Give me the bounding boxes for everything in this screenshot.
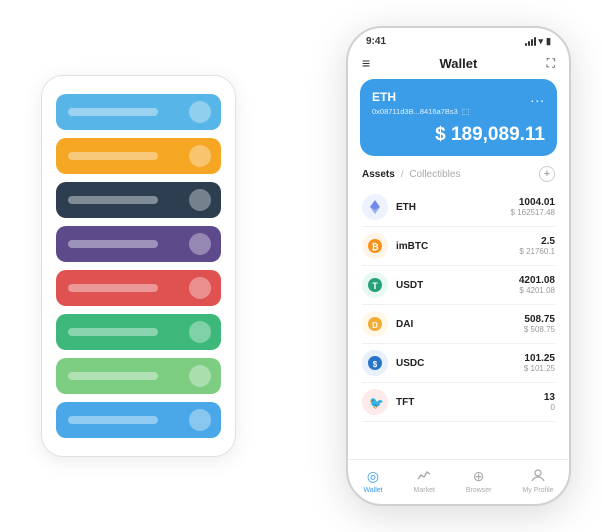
svg-text:₿: ₿ — [371, 242, 378, 252]
usdt-icon: T — [362, 272, 388, 298]
nav-wallet[interactable]: ◎ Wallet — [363, 468, 382, 494]
eth-icon — [362, 194, 388, 220]
asset-name-dai: DAI — [396, 319, 413, 330]
asset-usd-dai: $ 508.75 — [524, 325, 555, 334]
tab-collectibles[interactable]: Collectibles — [409, 169, 460, 180]
usdc-icon: $ — [362, 350, 388, 376]
list-item[interactable]: 🐦 TFT 13 0 — [362, 383, 555, 422]
assets-header: Assets / Collectibles + — [348, 166, 569, 188]
asset-list: ETH 1004.01 $ 162517.48 ₿ imBTC 2.5 $ 21… — [348, 188, 569, 459]
asset-amount-usdt: 4201.08 — [519, 275, 555, 286]
card-row-1 — [56, 94, 221, 130]
expand-icon[interactable]: ⛶ — [547, 56, 555, 71]
asset-name-eth: ETH — [396, 202, 416, 213]
nav-market-label: Market — [414, 487, 435, 494]
copy-icon[interactable]: ⬚ — [462, 107, 470, 116]
phone-header: ≡ Wallet ⛶ — [348, 51, 569, 79]
nav-browser-label: Browser — [466, 487, 492, 494]
eth-card-more[interactable]: ... — [530, 89, 545, 105]
tab-assets[interactable]: Assets — [362, 169, 395, 180]
scene: 9:41 ▾ ▮ ≡ Wallet ⛶ ETH ... 0x08711d3B..… — [21, 16, 581, 516]
eth-card-address: 0x08711d3B...8416a7Bs3 ⬚ — [372, 107, 545, 116]
svg-text:T: T — [372, 281, 378, 291]
svg-text:D: D — [372, 321, 378, 330]
list-item[interactable]: D DAI 508.75 $ 508.75 — [362, 305, 555, 344]
assets-tabs: Assets / Collectibles — [362, 169, 460, 180]
asset-usd-usdt: $ 4201.08 — [519, 286, 555, 295]
card-row-8 — [56, 402, 221, 438]
phone: 9:41 ▾ ▮ ≡ Wallet ⛶ ETH ... 0x08711d3B..… — [346, 26, 571, 506]
status-time: 9:41 — [366, 36, 386, 47]
card-row-6 — [56, 314, 221, 350]
nav-wallet-label: Wallet — [363, 487, 382, 494]
card-row-3 — [56, 182, 221, 218]
list-item[interactable]: $ USDC 101.25 $ 101.25 — [362, 344, 555, 383]
nav-browser[interactable]: ⊕ Browser — [466, 468, 492, 494]
bottom-nav: ◎ Wallet Market ⊕ Browser My Profile — [348, 459, 569, 504]
asset-usd-tft: 0 — [544, 403, 555, 412]
asset-amount-tft: 13 — [544, 392, 555, 403]
browser-icon: ⊕ — [473, 468, 485, 485]
asset-name-tft: TFT — [396, 397, 414, 408]
eth-card[interactable]: ETH ... 0x08711d3B...8416a7Bs3 ⬚ $ 189,0… — [360, 79, 557, 156]
svg-text:🐦: 🐦 — [369, 396, 383, 410]
asset-name-usdc: USDC — [396, 358, 424, 369]
nav-profile[interactable]: My Profile — [522, 468, 553, 494]
card-row-2 — [56, 138, 221, 174]
tft-icon: 🐦 — [362, 389, 388, 415]
asset-name-usdt: USDT — [396, 280, 423, 291]
asset-amount-dai: 508.75 — [524, 314, 555, 325]
nav-market[interactable]: Market — [414, 468, 435, 494]
asset-amount-usdc: 101.25 — [524, 353, 555, 364]
status-bar: 9:41 ▾ ▮ — [348, 28, 569, 51]
wallet-icon: ◎ — [367, 468, 379, 485]
eth-card-label: ETH — [372, 90, 396, 104]
asset-usd-imbtc: $ 21760.1 — [519, 247, 555, 256]
list-item[interactable]: ₿ imBTC 2.5 $ 21760.1 — [362, 227, 555, 266]
card-row-4 — [56, 226, 221, 262]
list-item[interactable]: T USDT 4201.08 $ 4201.08 — [362, 266, 555, 305]
battery-icon: ▮ — [546, 36, 551, 47]
asset-usd-eth: $ 162517.48 — [511, 208, 556, 217]
list-item[interactable]: ETH 1004.01 $ 162517.48 — [362, 188, 555, 227]
profile-icon — [531, 468, 545, 485]
page-title: Wallet — [439, 56, 477, 71]
asset-amount-eth: 1004.01 — [511, 197, 556, 208]
asset-usd-usdc: $ 101.25 — [524, 364, 555, 373]
asset-name-imbtc: imBTC — [396, 241, 428, 252]
add-asset-button[interactable]: + — [539, 166, 555, 182]
signal-icon — [525, 37, 536, 46]
svg-text:$: $ — [373, 360, 378, 369]
menu-icon[interactable]: ≡ — [362, 55, 370, 71]
eth-card-top: ETH ... — [372, 89, 545, 105]
card-row-7 — [56, 358, 221, 394]
eth-card-amount: $ 189,089.11 — [372, 124, 545, 146]
card-row-5 — [56, 270, 221, 306]
imbtc-icon: ₿ — [362, 233, 388, 259]
wifi-icon: ▾ — [539, 36, 544, 47]
asset-amount-imbtc: 2.5 — [519, 236, 555, 247]
nav-profile-label: My Profile — [522, 487, 553, 494]
back-cards-panel — [41, 75, 236, 457]
dai-icon: D — [362, 311, 388, 337]
market-icon — [417, 468, 431, 485]
status-icons: ▾ ▮ — [525, 36, 551, 47]
